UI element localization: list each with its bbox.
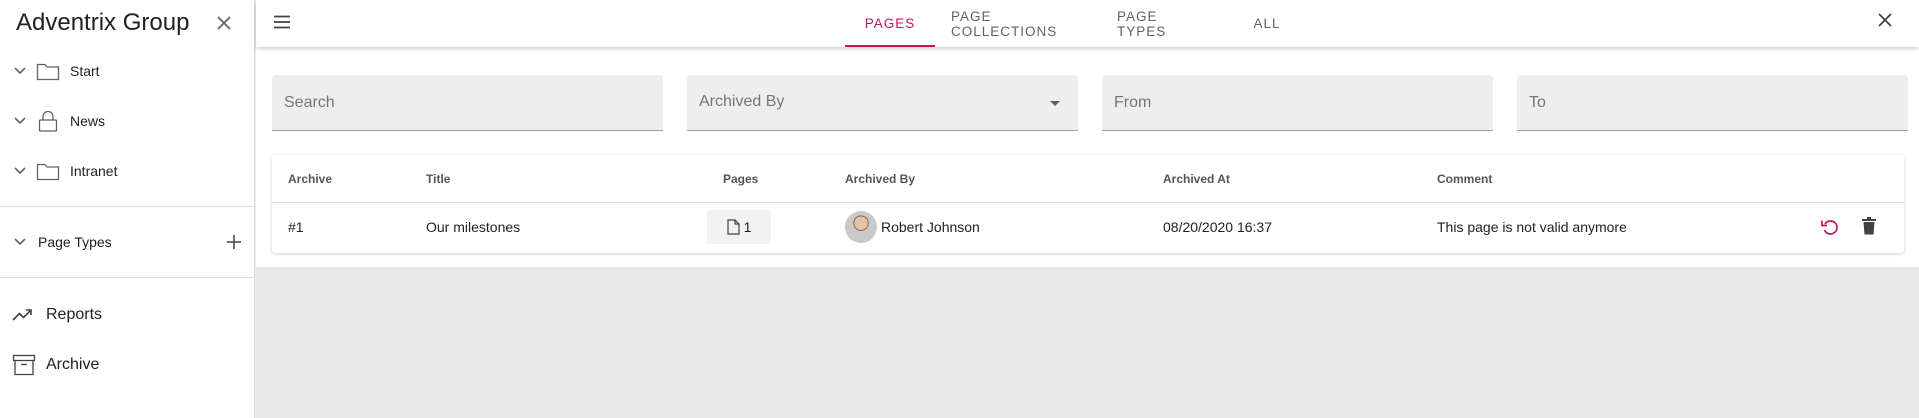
workspace-title: Adventrix Group [16,9,190,36]
chevron-down-icon[interactable] [14,67,28,75]
restore-icon [1821,220,1838,235]
add-page-type-button[interactable] [226,234,242,250]
to-date-field [1517,75,1908,131]
column-header-archived-at[interactable]: Archived At [1163,172,1230,186]
archive-table: Archive Title Pages Archived By Archived… [272,155,1904,253]
sidebar-header: Adventrix Group [0,0,254,46]
tree-item-intranet[interactable]: Intranet [0,146,254,196]
nav-item-label: Reports [46,306,103,323]
search-input[interactable] [272,75,663,130]
close-icon [1878,13,1892,27]
table-row[interactable]: #1 Our milestones 1 Robert Johnson 08/20… [272,203,1904,252]
pages-count-chip[interactable]: 1 [707,210,771,244]
cell-comment: This page is not valid anymore [1437,219,1627,235]
tree-item-label: News [70,113,106,129]
plus-icon [227,235,241,249]
close-sidebar-button[interactable] [216,15,232,31]
restore-button[interactable] [1821,217,1839,242]
tab-all[interactable]: ALL [1223,0,1311,47]
archived-by-select[interactable]: Archived By [687,75,1078,131]
tab-page-types[interactable]: PAGE TYPES [1101,0,1223,47]
nav-item-label: Archive [46,356,100,373]
tree-item-label: Intranet [70,163,118,179]
folder-icon [36,61,62,81]
trending-up-icon [12,308,36,322]
avatar [845,211,877,243]
menu-button[interactable] [272,12,292,32]
column-header-archive[interactable]: Archive [288,172,332,186]
pages-count: 1 [743,219,752,235]
from-date-field [1102,75,1493,131]
column-header-comment[interactable]: Comment [1437,172,1492,186]
tab-bar: PAGES PAGE COLLECTIONS PAGE TYPES ALL [845,0,1311,47]
chevron-down-icon[interactable] [14,117,28,125]
tree-item-label: Start [70,63,100,79]
archive-box-icon [12,354,36,376]
sidebar: Adventrix Group Start News Intranet Page… [0,0,255,418]
main-area: PAGES PAGE COLLECTIONS PAGE TYPES ALL Ar… [256,0,1919,418]
tree-item-news[interactable]: News [0,96,254,146]
dropdown-arrow-icon [1050,101,1060,106]
cell-title: Our milestones [426,219,521,235]
close-icon [217,16,231,30]
lock-icon [36,109,62,133]
chevron-down-icon[interactable] [14,238,28,246]
page-types-label: Page Types [38,234,112,250]
tree-item-start[interactable]: Start [0,46,254,96]
cell-archived-at: 08/20/2020 16:37 [1163,219,1272,235]
content-panel: Archived By Archive Title Pages Archived… [256,47,1919,267]
top-app-bar: PAGES PAGE COLLECTIONS PAGE TYPES ALL [256,0,1919,47]
page-types-section[interactable]: Page Types [0,207,254,277]
close-view-button[interactable] [1877,12,1893,28]
tab-pages[interactable]: PAGES [845,0,935,47]
column-header-pages[interactable]: Pages [723,172,758,186]
archived-by-label: Archived By [699,93,785,110]
document-icon [726,219,740,235]
table-header: Archive Title Pages Archived By Archived… [272,155,1904,203]
to-date-input[interactable] [1517,75,1908,130]
search-field [272,75,663,131]
cell-archive: #1 [288,219,304,235]
from-date-input[interactable] [1102,75,1493,130]
hamburger-menu-icon [274,15,290,29]
folder-icon [36,161,62,181]
column-header-archived-by[interactable]: Archived By [845,172,915,186]
trash-icon [1862,217,1876,235]
nav-item-archive[interactable]: Archive [0,340,254,390]
column-header-title[interactable]: Title [426,172,450,186]
filter-bar: Archived By [272,75,1908,131]
nav-item-reports[interactable]: Reports [0,290,254,340]
cell-archived-by: Robert Johnson [881,219,980,235]
chevron-down-icon[interactable] [14,167,28,175]
delete-button[interactable] [1862,217,1876,240]
tab-page-collections[interactable]: PAGE COLLECTIONS [935,0,1101,47]
